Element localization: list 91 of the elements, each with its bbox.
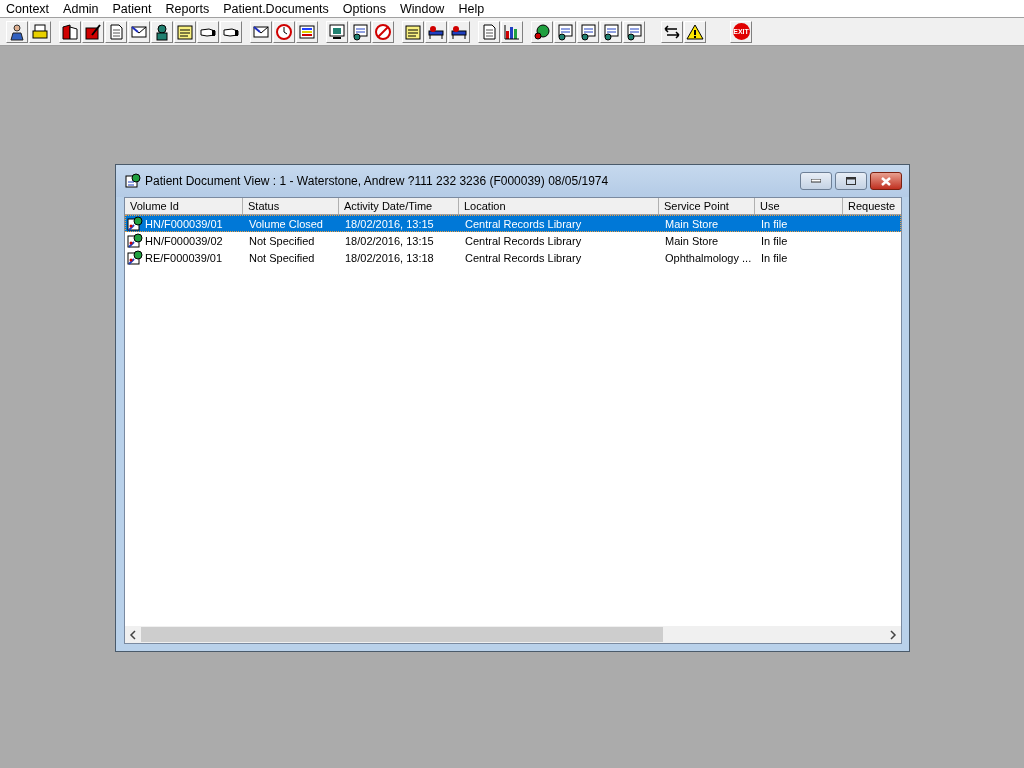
menu-item[interactable]: Patient [112, 1, 152, 16]
toolbar-button[interactable] [59, 20, 81, 43]
table-cell: In file [761, 217, 788, 230]
toolbar-button[interactable] [250, 20, 272, 43]
document-icon [127, 249, 143, 266]
table-cell: In file [761, 251, 788, 264]
swap-arrows-icon [663, 22, 681, 41]
warning-icon [686, 22, 704, 41]
table-cell: 18/02/2016, 13:15 [345, 217, 434, 230]
toolbar-button[interactable] [623, 20, 645, 43]
toolbar-button[interactable] [577, 20, 599, 43]
minimize-icon [811, 179, 821, 183]
column-header[interactable]: Service Point [659, 198, 755, 214]
chevron-right-icon [889, 629, 897, 640]
table-cell: HN/F000039/01 [145, 217, 223, 230]
table-cell: Ophthalmology ... [665, 251, 752, 264]
menu-item[interactable]: Admin [63, 1, 99, 16]
page-icon [480, 22, 498, 41]
table-cell: In file [761, 234, 788, 247]
table-cell: Central Records Library [465, 217, 582, 230]
toolbar-button[interactable] [501, 20, 523, 43]
table-cell: HN/F000039/02 [145, 234, 223, 247]
column-header[interactable]: Requeste [843, 198, 901, 214]
table-row[interactable]: HN/F000039/02 Not Specified 18/02/2016, 13:15 Central Records Library Main Store In file [125, 232, 901, 249]
table-cell: Volume Closed [249, 217, 323, 230]
menu-item[interactable]: Window [399, 1, 445, 16]
book-icon [61, 22, 79, 41]
toolbar-button[interactable] [425, 20, 447, 43]
form-icon [556, 22, 574, 41]
table-cell: Not Specified [249, 234, 315, 247]
person-icon [8, 22, 26, 41]
close-button[interactable] [870, 172, 902, 190]
table-cell: Main Store [665, 217, 719, 230]
column-header[interactable]: Activity Date/Time [339, 198, 459, 214]
form-icon [125, 173, 141, 189]
table-row[interactable]: RE/F000039/01 Not Specified 18/02/2016, 13:18 Central Records Library Ophthalmology ... In file [125, 249, 901, 266]
form-icon [625, 22, 643, 41]
globe-icon [533, 22, 551, 41]
toolbar-button[interactable] [661, 20, 683, 43]
menu-item[interactable]: Options [342, 1, 386, 16]
document-icon [127, 215, 143, 232]
clock-icon [275, 22, 293, 41]
window-title: Patient Document View : 1 - Waterstone, Andrew ?111 232 3236 (F000039) 08/05/1974 [145, 174, 610, 188]
table-row[interactable]: HN/F000039/01 Volume Closed 18/02/2016, 13:15 Central Records Library Main Store In file [125, 215, 901, 232]
toolbar-button[interactable] [684, 20, 706, 43]
chevron-left-icon [129, 629, 137, 640]
column-header[interactable]: Use [755, 198, 843, 214]
toolbar-button[interactable] [82, 20, 104, 43]
form-icon [602, 22, 620, 41]
toolbar-button[interactable] [600, 20, 622, 43]
toolbar-button[interactable] [296, 20, 318, 43]
column-header[interactable]: Volume Id [125, 198, 243, 214]
printer-icon [31, 22, 49, 41]
toolbar-button[interactable] [6, 20, 28, 43]
table-cell: Central Records Library [465, 234, 582, 247]
notepad-icon [176, 22, 194, 41]
maximize-button[interactable] [835, 172, 867, 190]
toolbar-button[interactable] [531, 20, 553, 43]
form-icon [579, 22, 597, 41]
table-cell: 18/02/2016, 13:18 [345, 251, 434, 264]
no-entry-icon [374, 22, 392, 41]
horizontal-scrollbar[interactable] [125, 626, 901, 643]
table-cell: Not Specified [249, 251, 315, 264]
table-cell: Main Store [665, 234, 719, 247]
pen-icon [84, 22, 102, 41]
form-icon [351, 22, 369, 41]
document-icon [107, 22, 125, 41]
list-icon [298, 22, 316, 41]
toolbar-button[interactable] [448, 20, 470, 43]
menu-item[interactable]: Context [6, 1, 50, 16]
table-cell: RE/F000039/01 [145, 251, 223, 264]
maximize-icon [846, 177, 856, 185]
column-header[interactable]: Location [459, 198, 659, 214]
menu-item[interactable]: Patient.Documents [223, 1, 329, 16]
column-header[interactable]: Status [243, 198, 339, 214]
close-icon [881, 176, 891, 186]
menu-item[interactable]: Reports [165, 1, 210, 16]
toolbar-button[interactable] [349, 20, 371, 43]
toolbar-button[interactable] [554, 20, 576, 43]
toolbar-button[interactable] [128, 20, 150, 43]
table-cell: Central Records Library [465, 251, 582, 264]
menu-item[interactable]: Help [458, 1, 485, 16]
note-icon [404, 22, 422, 41]
doctor-icon [153, 22, 171, 41]
document-icon [127, 232, 143, 249]
toolbar-button[interactable] [326, 20, 348, 43]
bar-chart-icon [503, 22, 521, 41]
scrollbar-thumb[interactable] [141, 627, 663, 642]
toolbar-button[interactable] [151, 20, 173, 43]
table-cell: 18/02/2016, 13:15 [345, 234, 434, 247]
monitor-icon [328, 22, 346, 41]
